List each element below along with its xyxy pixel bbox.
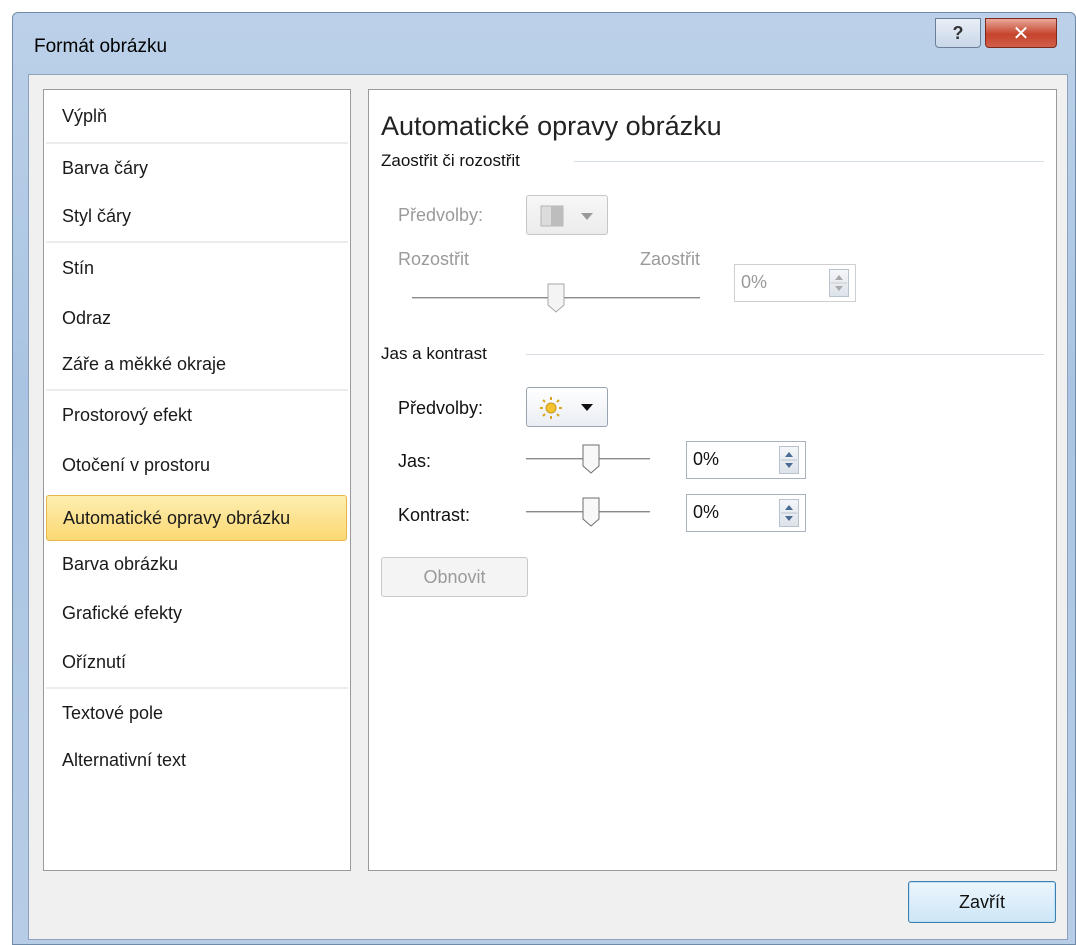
- dialog-title: Formát obrázku: [34, 36, 168, 57]
- nav-separator: [46, 389, 348, 391]
- nav-item-vypln[interactable]: Výplň: [46, 98, 346, 134]
- sun-icon: [540, 397, 593, 419]
- close-dialog-button[interactable]: Zavřít: [908, 881, 1056, 923]
- nav-item-styl-cary[interactable]: Styl čáry: [46, 198, 346, 234]
- brightness-group-heading: Jas a kontrast: [381, 344, 487, 363]
- sharpen-presets-dropdown[interactable]: [526, 195, 608, 235]
- sharpen-presets-label: Předvolby:: [398, 205, 484, 225]
- spinner-arrows[interactable]: [829, 269, 849, 297]
- close-icon: ✕: [1012, 22, 1030, 45]
- nav-item-barva-cary[interactable]: Barva čáry: [46, 150, 346, 186]
- nav-item-automaticke-opravy[interactable]: Automatické opravy obrázku: [46, 495, 347, 541]
- help-icon: ?: [952, 22, 964, 43]
- panel-title: Automatické opravy obrázku: [381, 111, 722, 141]
- nav-separator: [46, 687, 348, 689]
- reset-button[interactable]: Obnovit: [381, 557, 528, 597]
- brightness-label: Jas:: [398, 451, 432, 471]
- sharpen-value: 0%: [741, 272, 768, 292]
- group-divider: [574, 161, 1044, 162]
- nav-item-odraz[interactable]: Odraz: [46, 300, 346, 336]
- nav-item-zare[interactable]: Záře a měkké okraje: [46, 346, 346, 382]
- slider-thumb[interactable]: [582, 497, 600, 527]
- nav-separator: [46, 241, 348, 243]
- contrast-value-spinner[interactable]: 0%: [686, 494, 806, 532]
- brightness-presets-dropdown[interactable]: [526, 387, 608, 427]
- close-button[interactable]: ✕: [985, 18, 1057, 48]
- spinner-up-down-icon: [781, 505, 797, 521]
- sharpen-label: Zaostřit: [640, 249, 701, 269]
- brightness-value: 0%: [693, 449, 720, 469]
- sharpen-group-heading: Zaostřit či rozostřit: [381, 151, 520, 170]
- slider-thumb[interactable]: [547, 283, 565, 313]
- blur-label: Rozostřit: [398, 249, 470, 269]
- contrast-value: 0%: [693, 502, 720, 522]
- nav-item-stin[interactable]: Stín: [46, 250, 346, 286]
- brightness-presets-label: Předvolby:: [398, 398, 484, 418]
- spinner-up-down-icon: [831, 275, 847, 291]
- spinner-up-down-icon: [781, 452, 797, 468]
- nav-separator: [46, 142, 348, 144]
- nav-item-barva-obrazku[interactable]: Barva obrázku: [46, 546, 346, 582]
- help-button[interactable]: ?: [935, 18, 981, 48]
- group-divider: [526, 354, 1044, 355]
- contrast-label: Kontrast:: [398, 505, 471, 525]
- sharpen-preset-icon: [540, 205, 593, 227]
- brightness-value-spinner[interactable]: 0%: [686, 441, 806, 479]
- sharpen-slider[interactable]: [412, 283, 700, 313]
- nav-item-textove-pole[interactable]: Textové pole: [46, 695, 346, 731]
- nav-item-alternativni-text[interactable]: Alternativní text: [46, 742, 346, 778]
- category-list: Výplň Barva čáry Styl čáry Stín Odraz Zá…: [43, 89, 351, 871]
- brightness-slider[interactable]: [526, 444, 650, 474]
- nav-item-graficke-efekty[interactable]: Grafické efekty: [46, 595, 346, 631]
- nav-item-otoceni[interactable]: Otočení v prostoru: [46, 447, 346, 483]
- spinner-arrows[interactable]: [779, 446, 799, 474]
- spinner-arrows[interactable]: [779, 499, 799, 527]
- nav-item-oriznuti[interactable]: Oříznutí: [46, 644, 346, 680]
- sharpen-value-spinner[interactable]: 0%: [734, 264, 856, 302]
- slider-thumb[interactable]: [582, 444, 600, 474]
- nav-item-prostorovy-efekt[interactable]: Prostorový efekt: [46, 397, 346, 433]
- contrast-slider[interactable]: [526, 497, 650, 527]
